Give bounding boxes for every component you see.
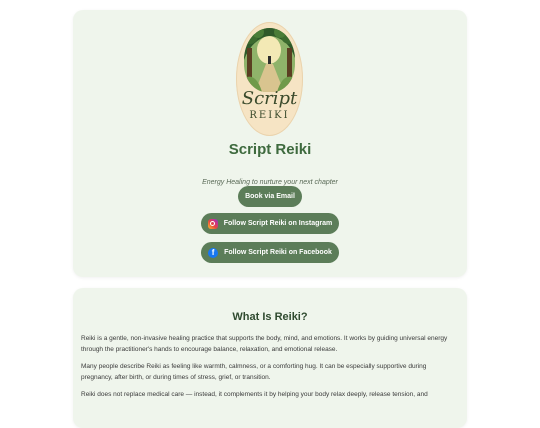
facebook-icon: f: [208, 247, 219, 258]
instagram-icon: [207, 218, 218, 229]
hero-card: Script REIKI Script Reiki Energy Healing…: [73, 10, 467, 277]
about-title: What Is Reiki?: [232, 311, 308, 323]
book-via-email-label: Book via Email: [245, 193, 295, 200]
logo-script-text: Script: [241, 88, 298, 109]
follow-instagram-button[interactable]: Follow Script Reiki on Instagram: [201, 213, 339, 234]
follow-facebook-button[interactable]: f Follow Script Reiki on Facebook: [201, 242, 339, 263]
about-paragraph: Reiki does not replace medical care — in…: [81, 391, 428, 398]
follow-instagram-label: Follow Script Reiki on Instagram: [223, 220, 333, 227]
forest-path-illustration: [244, 28, 295, 92]
page-title: Script Reiki: [228, 141, 312, 158]
about-paragraph: Reiki is a gentle, non-invasive healing …: [81, 335, 448, 353]
about-reiki-card: What Is Reiki? Reiki is a gentle, non-in…: [73, 288, 467, 428]
follow-facebook-label: Follow Script Reiki on Facebook: [224, 249, 332, 256]
tagline: Energy Healing to nurture your next chap…: [202, 179, 338, 186]
logo-reiki-text: REIKI: [249, 110, 290, 121]
about-paragraph: Many people describe Reiki as feeling li…: [81, 363, 427, 381]
book-via-email-button[interactable]: Book via Email: [238, 186, 302, 207]
script-reiki-logo: Script REIKI: [236, 22, 303, 136]
